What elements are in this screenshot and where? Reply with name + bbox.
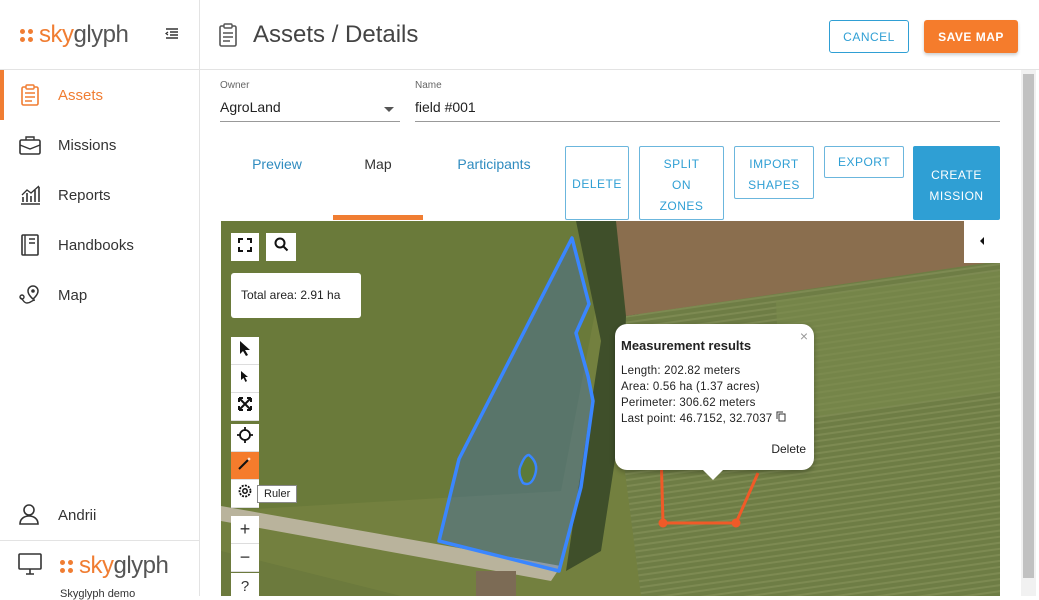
ruler-tooltip: Ruler [257,485,298,503]
name-field[interactable]: Name field #001 [415,80,1000,122]
move-icon [237,427,253,448]
page-title: Assets / Details [253,21,419,48]
sidebar-nav: Assets Missions Reports Handbooks Map [0,70,200,320]
book-icon [18,233,42,257]
fullscreen-button[interactable] [231,233,259,261]
zoom-out-button[interactable]: − [231,544,259,572]
sidebar-item-label: Reports [58,186,111,204]
name-value[interactable]: field #001 [415,99,1000,122]
export-button[interactable]: EXPORT [824,146,904,178]
total-area-label: Total area: 2.91 ha [231,273,361,318]
collapse-panel-button[interactable] [964,221,1000,263]
import-shapes-button[interactable]: IMPORT SHAPES [734,146,814,199]
direct-select-tool[interactable] [231,365,259,393]
scrollbar[interactable] [1021,70,1036,596]
map-view[interactable]: Total area: 2.91 ha + − ? Ruler × Measur… [221,221,1000,596]
user-name: Andrii [58,506,97,524]
split-label-3: ZONES [659,199,704,213]
measure-length: Length: 202.82 meters [621,365,741,377]
sidebar-item-label: Missions [58,136,117,154]
organization-name: Skyglyph demo [60,588,136,600]
save-map-button[interactable]: SAVE MAP [924,20,1018,53]
gear-icon [237,483,253,504]
briefcase-icon [18,133,42,157]
scale-tool[interactable] [231,393,259,421]
copy-icon[interactable] [776,411,786,425]
org-logo-glyph: glyph [113,552,169,579]
small-cursor-icon [239,369,251,388]
scrollbar-thumb[interactable] [1023,74,1034,578]
page-header: Assets / Details CANCEL SAVE MAP [200,0,1039,70]
measure-area: Area: 0.56 ha (1.37 acres) [621,381,760,393]
user-icon [18,503,42,527]
sidebar-item-label: Assets [58,86,104,104]
split-label-2: ON [672,178,691,192]
tab-participants[interactable]: Participants [440,148,548,220]
popup-delete-button[interactable]: Delete [771,442,806,456]
map-pin-icon [18,283,42,307]
logo-text-sky: sky [39,21,74,48]
collapse-menu-icon[interactable] [164,26,180,42]
organization-switcher[interactable]: skyglyph [18,552,169,580]
draw-toolbar-2 [231,424,259,508]
caret-left-icon [978,233,986,251]
sidebar-item-map[interactable]: Map [0,270,200,320]
import-label-2: SHAPES [748,178,800,192]
user-profile[interactable]: Andrii [18,503,96,527]
sidebar-item-reports[interactable]: Reports [0,170,200,220]
sidebar-item-label: Map [58,286,88,304]
tab-preview[interactable]: Preview [232,148,322,220]
create-label-2: MISSION [929,188,984,203]
measurement-popup: × Measurement results Length: 202.82 met… [615,324,814,480]
expand-icon [238,397,252,416]
split-label-1: SPLIT [663,157,700,171]
monitor-icon [18,552,42,580]
sidebar: skyglyph Assets Missions Reports Handboo… [0,0,200,600]
sidebar-item-handbooks[interactable]: Handbooks [0,220,200,270]
delete-button[interactable]: DELETE [565,146,629,220]
create-mission-button[interactable]: CREATE MISSION [913,146,1000,220]
help-button[interactable]: ? [231,573,259,596]
app-logo[interactable]: skyglyph [20,20,129,50]
fullscreen-icon [238,237,252,257]
cancel-button[interactable]: CANCEL [829,20,909,53]
sidebar-item-assets[interactable]: Assets [0,70,200,120]
chevron-down-icon [384,107,394,112]
settings-tool[interactable] [231,480,259,508]
sidebar-item-label: Handbooks [58,236,134,254]
clipboard-icon [18,83,42,107]
clipboard-icon [218,23,238,52]
search-icon [274,237,289,257]
help-control: ? [231,573,259,596]
ruler-tool[interactable] [231,452,259,480]
create-label-1: CREATE [931,167,982,182]
logo-text-glyph: glyph [73,21,129,48]
move-tool[interactable] [231,424,259,452]
tab-map[interactable]: Map [333,148,423,220]
divider [0,540,200,541]
last-point-text: Last point: 46.7152, 32.7037 [621,413,773,425]
chart-icon [18,183,42,207]
select-tool[interactable] [231,337,259,365]
owner-value: AgroLand [220,99,400,122]
cursor-icon [238,340,252,361]
name-label: Name [415,80,442,91]
logo-dots-icon [20,28,33,42]
zoom-controls: + − [231,516,259,572]
magic-wand-icon [238,456,252,475]
import-label-1: IMPORT [749,157,799,171]
popup-title: Measurement results [621,338,752,353]
measure-last-point: Last point: 46.7152, 32.7037 [621,411,808,427]
zoom-in-button[interactable]: + [231,516,259,544]
measure-perimeter: Perimeter: 306.62 meters [621,397,756,409]
owner-label: Owner [220,80,250,91]
org-logo-sky: sky [79,552,114,579]
close-icon[interactable]: × [800,328,808,344]
map-search-button[interactable] [266,233,296,261]
logo-dots-icon [60,559,73,573]
split-on-zones-button[interactable]: SPLIT ON ZONES [639,146,724,220]
sidebar-item-missions[interactable]: Missions [0,120,200,170]
draw-toolbar [231,337,259,421]
owner-select[interactable]: Owner AgroLand [220,80,400,122]
